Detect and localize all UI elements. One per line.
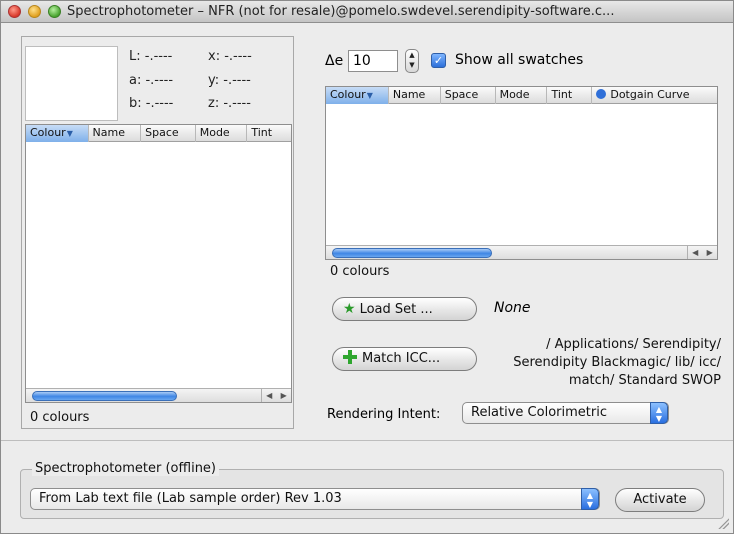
measurement-panel: L: -.---- x: -.---- a: -.---- y: -.---- …	[21, 36, 294, 429]
readout-x: x: -.----	[208, 49, 252, 64]
circle-icon	[596, 89, 607, 99]
left-colour-count: 0 colours	[30, 410, 90, 425]
divider	[1, 440, 733, 441]
right-scroll-thumb[interactable]	[332, 248, 492, 258]
readout-l: L: -.----	[129, 49, 173, 64]
sort-descending-icon: ▼	[66, 129, 73, 138]
activate-button[interactable]: Activate	[615, 488, 705, 512]
close-window-icon[interactable]	[8, 5, 21, 18]
left-col-name[interactable]: Name	[89, 125, 142, 142]
right-table-header: Colour▼ Name Space Mode Tint Dotgain Cur…	[326, 87, 717, 104]
zoom-window-icon[interactable]	[48, 5, 61, 18]
left-col-mode[interactable]: Mode	[196, 125, 248, 142]
icc-profile-path: / Applications/ Serendipity/ Serendipity…	[513, 337, 721, 388]
window-title: Spectrophotometer – NFR (not for resale)…	[67, 4, 615, 19]
delta-e-label: Δe	[325, 53, 344, 69]
left-col-tint[interactable]: Tint	[247, 125, 291, 142]
show-all-swatches-label: Show all swatches	[455, 52, 584, 68]
left-table-header: Colour▼ Name Space Mode Tint	[26, 125, 291, 142]
stepper-up-icon[interactable]: ▲	[406, 50, 418, 60]
minimize-window-icon[interactable]	[28, 5, 41, 18]
right-col-colour[interactable]: Colour▼	[326, 87, 389, 104]
scroll-right-icon[interactable]: ▶	[703, 246, 718, 259]
stepper-down-icon[interactable]: ▼	[406, 60, 418, 70]
delta-e-stepper[interactable]: ▲ ▼	[405, 49, 419, 73]
match-panel: Δe 10 ▲ ▼ ✓ Show all swatches Colour▼ Na…	[301, 36, 727, 429]
scroll-left-icon[interactable]: ◀	[262, 389, 277, 402]
right-col-dotgain-curve[interactable]: Dotgain Curve	[592, 87, 717, 104]
spectrophotometer-window: Spectrophotometer – NFR (not for resale)…	[0, 0, 734, 534]
right-col-mode[interactable]: Mode	[496, 87, 548, 104]
rendering-intent-label: Rendering Intent:	[327, 407, 441, 422]
device-group-title: Spectrophotometer (offline)	[32, 461, 220, 476]
left-col-colour[interactable]: Colour▼	[26, 125, 89, 142]
left-colour-table[interactable]: Colour▼ Name Space Mode Tint ◀ ▶	[25, 124, 292, 403]
rendering-intent-select[interactable]: Relative Colorimetric ▲ ▼	[462, 402, 669, 424]
right-colour-count: 0 colours	[330, 264, 390, 279]
scroll-left-icon[interactable]: ◀	[688, 246, 703, 259]
right-col-space[interactable]: Space	[441, 87, 496, 104]
left-scroll-thumb[interactable]	[32, 391, 177, 401]
resize-grip-icon[interactable]	[717, 517, 729, 529]
load-set-button[interactable]: ★ Load Set ...	[332, 297, 477, 321]
show-all-swatches-checkbox[interactable]: ✓	[431, 53, 446, 68]
readout-a: a: -.----	[129, 73, 174, 88]
title-bar[interactable]: Spectrophotometer – NFR (not for resale)…	[1, 1, 733, 23]
delta-e-input[interactable]: 10	[348, 50, 398, 72]
left-table-horizontal-scrollbar[interactable]: ◀ ▶	[26, 388, 292, 402]
left-col-space[interactable]: Space	[141, 125, 196, 142]
sort-descending-icon: ▼	[366, 91, 373, 100]
right-table-horizontal-scrollbar[interactable]: ◀ ▶	[326, 245, 718, 259]
loaded-set-name: None	[494, 300, 531, 316]
star-icon: ★	[343, 301, 356, 317]
plus-icon	[343, 350, 357, 364]
scroll-right-icon[interactable]: ▶	[277, 389, 292, 402]
device-source-select[interactable]: From Lab text file (Lab sample order) Re…	[30, 488, 600, 510]
right-col-name[interactable]: Name	[389, 87, 441, 104]
measured-colour-swatch	[25, 46, 118, 121]
match-icc-button[interactable]: Match ICC...	[332, 347, 477, 371]
updown-arrows-icon: ▲ ▼	[650, 402, 668, 424]
right-colour-table[interactable]: Colour▼ Name Space Mode Tint Dotgain Cur…	[325, 86, 718, 260]
readout-b: b: -.----	[129, 96, 174, 111]
readout-z: z: -.----	[208, 96, 251, 111]
right-col-tint[interactable]: Tint	[547, 87, 593, 104]
readout-y: y: -.----	[208, 73, 251, 88]
updown-arrows-icon: ▲ ▼	[581, 488, 599, 510]
